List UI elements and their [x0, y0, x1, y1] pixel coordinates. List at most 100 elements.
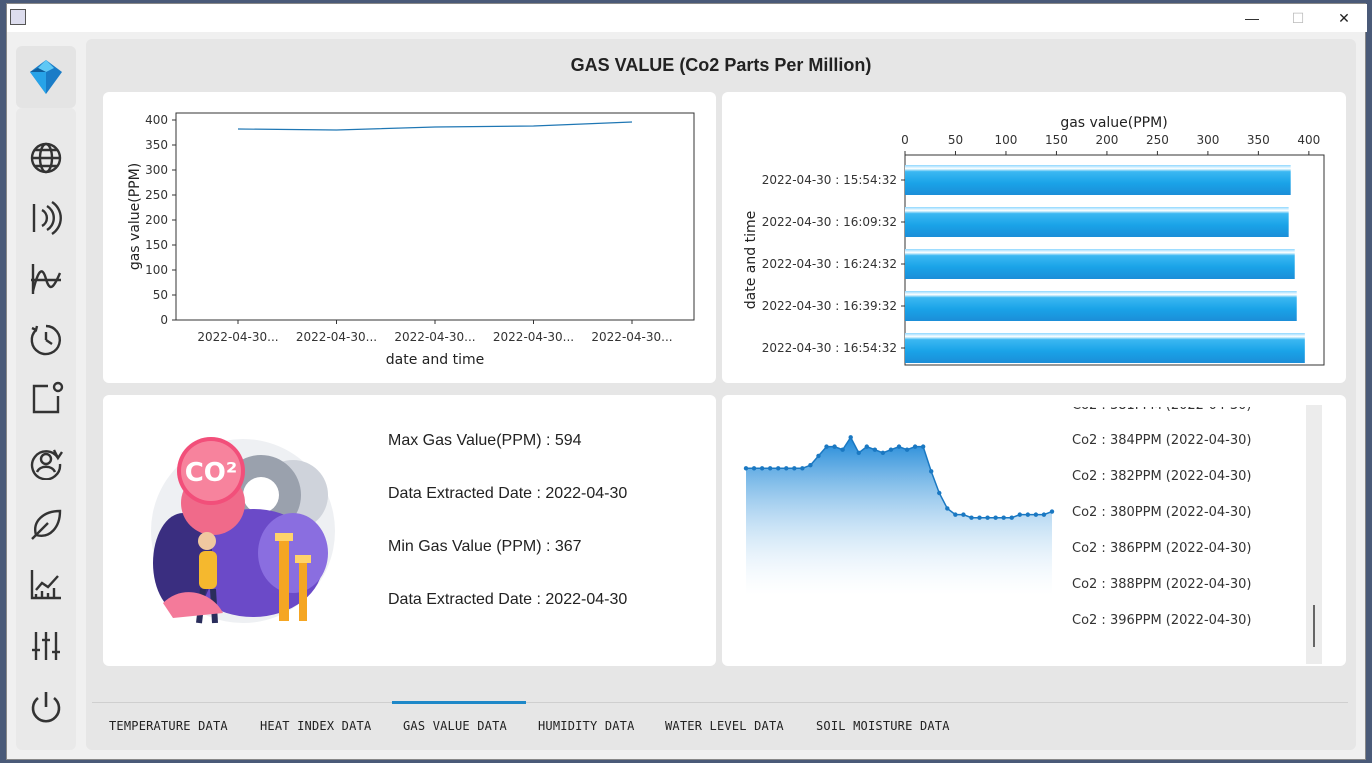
area-point [784, 466, 789, 471]
y-tick-label: 2022-04-30 : 16:39:32 [762, 299, 897, 313]
java-app-icon [10, 9, 26, 25]
y-tick-label: 0 [160, 313, 168, 327]
area-fill [746, 437, 1052, 595]
wave-icon[interactable] [28, 261, 64, 297]
co2-illustration: CO² [151, 437, 335, 624]
area-point [824, 444, 829, 449]
list-item: Co2 : 396PPM (2022-04-30) [1072, 613, 1252, 628]
area-point [776, 466, 781, 471]
signal-icon[interactable] [28, 200, 64, 236]
y-tick-label: 200 [145, 213, 168, 227]
x-tick-label: 2022-04-30... [493, 330, 574, 344]
bar [905, 333, 1305, 363]
notification-icon[interactable] [28, 380, 64, 416]
y-tick-label: 2022-04-30 : 16:24:32 [762, 257, 897, 271]
list-item: Co2 : 380PPM (2022-04-30) [1072, 505, 1252, 520]
list-scrollbar[interactable] [1306, 405, 1322, 664]
y-tick-label: 300 [145, 163, 168, 177]
tab-soil-moisture-data[interactable]: SOIL MOISTURE DATA [816, 719, 950, 733]
globe-icon[interactable] [28, 140, 64, 176]
area-point [832, 444, 837, 449]
y-axis-label: date and time [743, 211, 759, 309]
bar-chart: 0 50 100 150 200 250 300 350 400 2022-04-30 : 15:… [743, 115, 1325, 366]
y-tick-label: 2022-04-30 : 15:54:32 [762, 173, 897, 187]
area-point [896, 444, 902, 449]
maximize-button[interactable]: ☐ [1275, 6, 1321, 30]
area-point [743, 466, 749, 471]
list-item: Co2 : 382PPM (2022-04-30) [1072, 469, 1252, 484]
y-tick-label: 350 [145, 138, 168, 152]
y-tick-label: 250 [145, 188, 168, 202]
x-tick-label: 200 [1095, 133, 1118, 147]
area-point [856, 450, 861, 456]
title-bar: — ☐ ✕ [7, 4, 1367, 32]
x-tick-label: 350 [1247, 133, 1270, 147]
sliders-icon[interactable] [28, 628, 64, 664]
tab-bar: TEMPERATURE DATA HEAT INDEX DATA GAS VAL… [92, 701, 1348, 748]
area-point [904, 447, 910, 452]
area-point [800, 466, 805, 471]
y-tick-label: 2022-04-30 : 16:54:32 [762, 341, 897, 355]
x-tick-label: 50 [948, 133, 963, 147]
area-point [848, 435, 853, 440]
bar [905, 207, 1289, 237]
x-axis-label: gas value(PPM) [1060, 115, 1167, 131]
line-chart-card: 0 50 100 150 200 250 300 350 400 2022-04-30... 202… [103, 92, 716, 383]
scrollbar-thumb[interactable] [1313, 605, 1315, 647]
leaf-icon[interactable] [28, 507, 64, 543]
area-point [945, 506, 950, 511]
area-point [751, 466, 757, 471]
area-point [985, 515, 990, 520]
svg-text:CO²: CO² [185, 458, 238, 488]
chart-icon[interactable] [28, 566, 64, 602]
tab-gas-value-data[interactable]: GAS VALUE DATA [403, 719, 507, 733]
x-tick-label: 250 [1146, 133, 1169, 147]
bar-chart-card: 0 50 100 150 200 250 300 350 400 2022-04-30 : 15:… [722, 92, 1346, 383]
area-point [864, 444, 869, 449]
area-point [888, 447, 894, 452]
y-tick-label: 100 [145, 263, 168, 277]
area-chart [743, 435, 1055, 595]
logo-box [16, 46, 76, 108]
tab-water-level-data[interactable]: WATER LEVEL DATA [665, 719, 784, 733]
area-point [816, 453, 821, 459]
area-point [872, 447, 878, 452]
min-gas-value: Min Gas Value (PPM) : 367 [388, 538, 582, 555]
minimize-button[interactable]: — [1229, 6, 1275, 30]
bar [905, 291, 1297, 321]
x-tick-label: 0 [901, 133, 909, 147]
area-point [1041, 512, 1047, 517]
tab-humidity-data[interactable]: HUMIDITY DATA [538, 719, 635, 733]
area-point [969, 515, 974, 520]
y-tick-label: 50 [153, 288, 168, 302]
crystal-logo-icon [30, 60, 62, 94]
power-icon[interactable] [28, 689, 64, 725]
area-point [1025, 512, 1031, 517]
area-point [1033, 512, 1039, 517]
x-tick-label: 100 [995, 133, 1018, 147]
x-axis-label: date and time [386, 352, 484, 368]
tab-heat-index-data[interactable]: HEAT INDEX DATA [260, 719, 371, 733]
area-point [937, 490, 942, 496]
stats-card: CO² Max Gas Value(PPM) : 594 Data Extrac… [103, 395, 716, 666]
line-chart: 0 50 100 150 200 250 300 350 400 2022-04-30... 202… [127, 112, 695, 368]
bar [905, 165, 1291, 195]
refresh-user-icon[interactable] [28, 444, 64, 481]
clock-icon[interactable] [28, 322, 64, 358]
list-item: Co2 : 386PPM (2022-04-30) [1072, 541, 1252, 556]
y-tick-label: 400 [145, 113, 168, 127]
area-point [920, 444, 926, 449]
bar [905, 249, 1295, 279]
area-point [880, 450, 886, 456]
active-tab-indicator [392, 701, 526, 704]
area-point [1009, 515, 1014, 520]
area-point [961, 512, 966, 517]
area-point [912, 444, 918, 449]
close-button[interactable]: ✕ [1321, 6, 1367, 30]
area-point [1049, 509, 1055, 514]
area-point [953, 512, 958, 517]
area-point [993, 515, 998, 520]
y-tick-label: 2022-04-30 : 16:09:32 [762, 215, 897, 229]
tab-temperature-data[interactable]: TEMPERATURE DATA [109, 719, 228, 733]
x-tick-label: 2022-04-30... [197, 330, 278, 344]
